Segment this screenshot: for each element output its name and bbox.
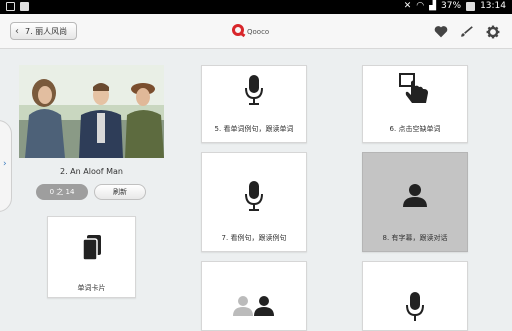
tap-icon bbox=[363, 73, 467, 105]
activity-card-7-label: 7. 看例句，跟读例句 bbox=[221, 234, 287, 242]
status-bar: ✕ ◠ ▟ 37% 13:14 bbox=[0, 0, 512, 14]
flashcards-label: 单词卡片 bbox=[77, 284, 106, 292]
activity-card-6-label: 6. 点击空缺单词 bbox=[389, 125, 441, 133]
lesson-title: 2. An Aloof Man bbox=[60, 167, 123, 176]
mute-icon: ✕ bbox=[403, 1, 412, 11]
activity-card-6[interactable]: 6. 点击空缺单词 bbox=[362, 65, 468, 143]
drawer-handle[interactable]: › bbox=[0, 120, 12, 212]
flashcards-icon bbox=[48, 235, 135, 261]
wifi-icon: ◠ bbox=[416, 1, 425, 11]
chevron-left-icon: ‹ bbox=[15, 26, 19, 37]
lesson-cover-image bbox=[19, 65, 164, 158]
activity-card-8[interactable]: 8. 有字幕，跟读对话 bbox=[362, 152, 468, 252]
flashcards-card[interactable]: 单词卡片 bbox=[47, 216, 136, 298]
microphone-icon bbox=[363, 292, 467, 322]
notification-icons bbox=[6, 2, 29, 11]
back-button[interactable]: ‹ 7. 丽人风尚 bbox=[10, 22, 78, 40]
battery-icon bbox=[466, 1, 476, 11]
notification-icon bbox=[20, 2, 29, 11]
signal-icon: ▟ bbox=[429, 1, 437, 11]
activity-card-5-label: 5. 看单词例句，跟读单词 bbox=[214, 125, 294, 133]
heart-icon[interactable] bbox=[434, 25, 448, 38]
clock: 13:14 bbox=[480, 1, 506, 11]
brush-icon[interactable] bbox=[460, 25, 474, 38]
activity-card-7[interactable]: 7. 看例句，跟读例句 bbox=[201, 152, 307, 252]
microphone-icon bbox=[202, 181, 306, 211]
activity-card-10[interactable] bbox=[362, 261, 468, 331]
back-button-label: 7. 丽人风尚 bbox=[25, 27, 68, 36]
activity-card-9[interactable] bbox=[201, 261, 307, 331]
system-icons: ✕ ◠ ▟ 37% 13:14 bbox=[404, 1, 506, 11]
refresh-button[interactable]: 刷新 bbox=[94, 184, 146, 200]
app-logo: Qooco bbox=[232, 24, 269, 36]
logo-text: Qooco bbox=[247, 28, 270, 36]
app-bar: ‹ 7. 丽人风尚 Qooco bbox=[0, 14, 512, 49]
screenshot-icon bbox=[6, 2, 15, 11]
chevron-right-icon: › bbox=[3, 159, 7, 169]
battery-text: 37% bbox=[441, 1, 462, 11]
gear-icon[interactable] bbox=[486, 25, 500, 39]
toolbar-icons bbox=[434, 25, 500, 39]
activity-card-5[interactable]: 5. 看单词例句，跟读单词 bbox=[201, 65, 307, 143]
progress-counter: 0 之 14 bbox=[36, 184, 88, 200]
person-icon bbox=[363, 183, 467, 207]
microphone-icon bbox=[202, 75, 306, 105]
activity-card-8-label: 8. 有字幕，跟读对话 bbox=[382, 234, 448, 242]
qooco-logo-icon bbox=[232, 24, 244, 36]
two-persons-icon bbox=[202, 294, 306, 316]
